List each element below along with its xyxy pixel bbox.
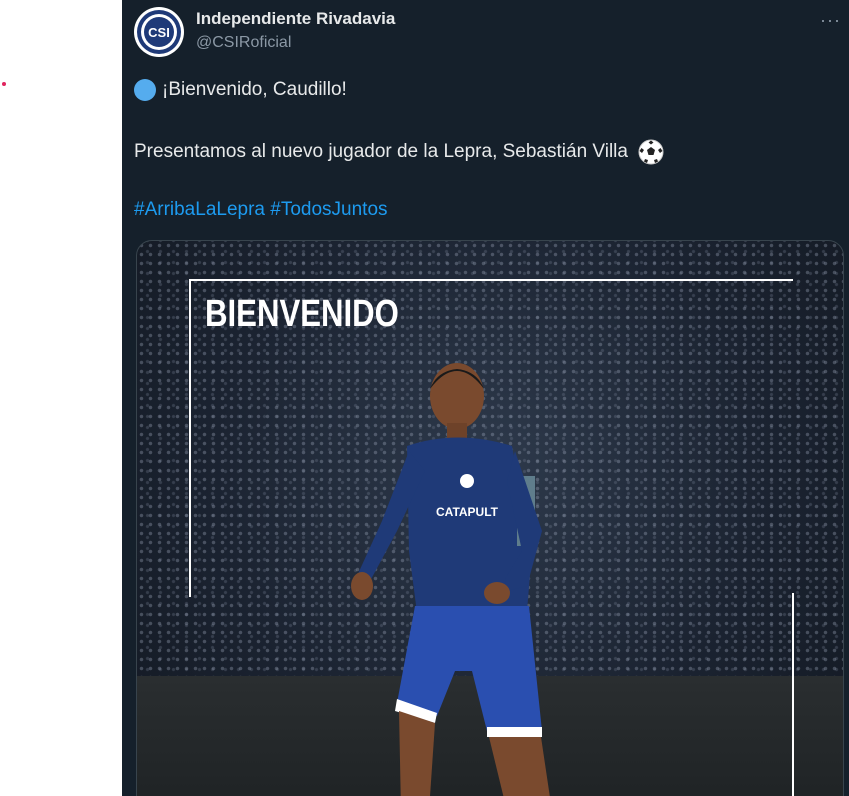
tweet-media-image[interactable]: BIENVENIDO CATAPULT: [136, 240, 844, 796]
svg-text:CSI: CSI: [148, 25, 170, 40]
frame-line-top: [189, 279, 793, 281]
frame-line-left: [189, 279, 191, 597]
blue-circle-icon: [134, 79, 156, 101]
left-pane: [0, 0, 122, 796]
presentation-text: Presentamos al nuevo jugador de la Lepra…: [134, 141, 628, 162]
soccer-ball-icon: [638, 139, 664, 165]
club-crest-icon: CSI: [137, 10, 181, 54]
shirt-sponsor: CATAPULT: [436, 505, 499, 519]
author-handle[interactable]: @CSIRoficial: [196, 34, 291, 52]
media-headline: BIENVENIDO: [205, 293, 399, 335]
author-name[interactable]: Independiente Rivadavia: [196, 9, 395, 29]
player-figure: CATAPULT: [337, 351, 597, 796]
tweet-hashtags: #ArribaLaLepra #TodosJuntos: [134, 199, 388, 221]
tweet-line-presentation: Presentamos al nuevo jugador de la Lepra…: [134, 139, 664, 165]
frame-line-right: [792, 593, 794, 796]
welcome-text: ¡Bienvenido, Caudillo!: [162, 79, 347, 100]
hashtag-arribalalepra[interactable]: #ArribaLaLepra: [134, 199, 265, 220]
tweet-card[interactable]: CSI Independiente Rivadavia @CSIRoficial…: [122, 0, 849, 796]
more-options-button[interactable]: ···: [820, 10, 841, 31]
notification-dot: [2, 82, 6, 86]
avatar[interactable]: CSI: [134, 7, 184, 57]
tweet-line-welcome: ¡Bienvenido, Caudillo!: [134, 79, 347, 101]
hashtag-todosjuntos[interactable]: #TodosJuntos: [270, 199, 387, 220]
